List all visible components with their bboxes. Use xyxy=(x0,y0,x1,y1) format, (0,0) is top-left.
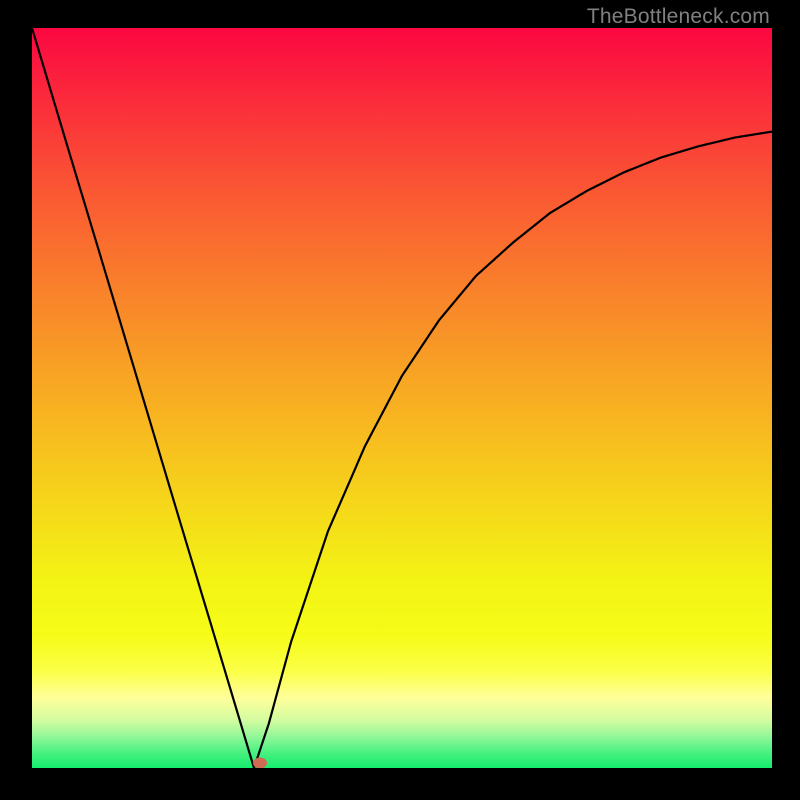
watermark-label: TheBottleneck.com xyxy=(587,5,770,29)
plot-area xyxy=(32,28,772,768)
bottleneck-curve xyxy=(32,28,772,768)
chart-frame: TheBottleneck.com xyxy=(0,0,800,800)
optimal-point-marker xyxy=(253,758,267,769)
